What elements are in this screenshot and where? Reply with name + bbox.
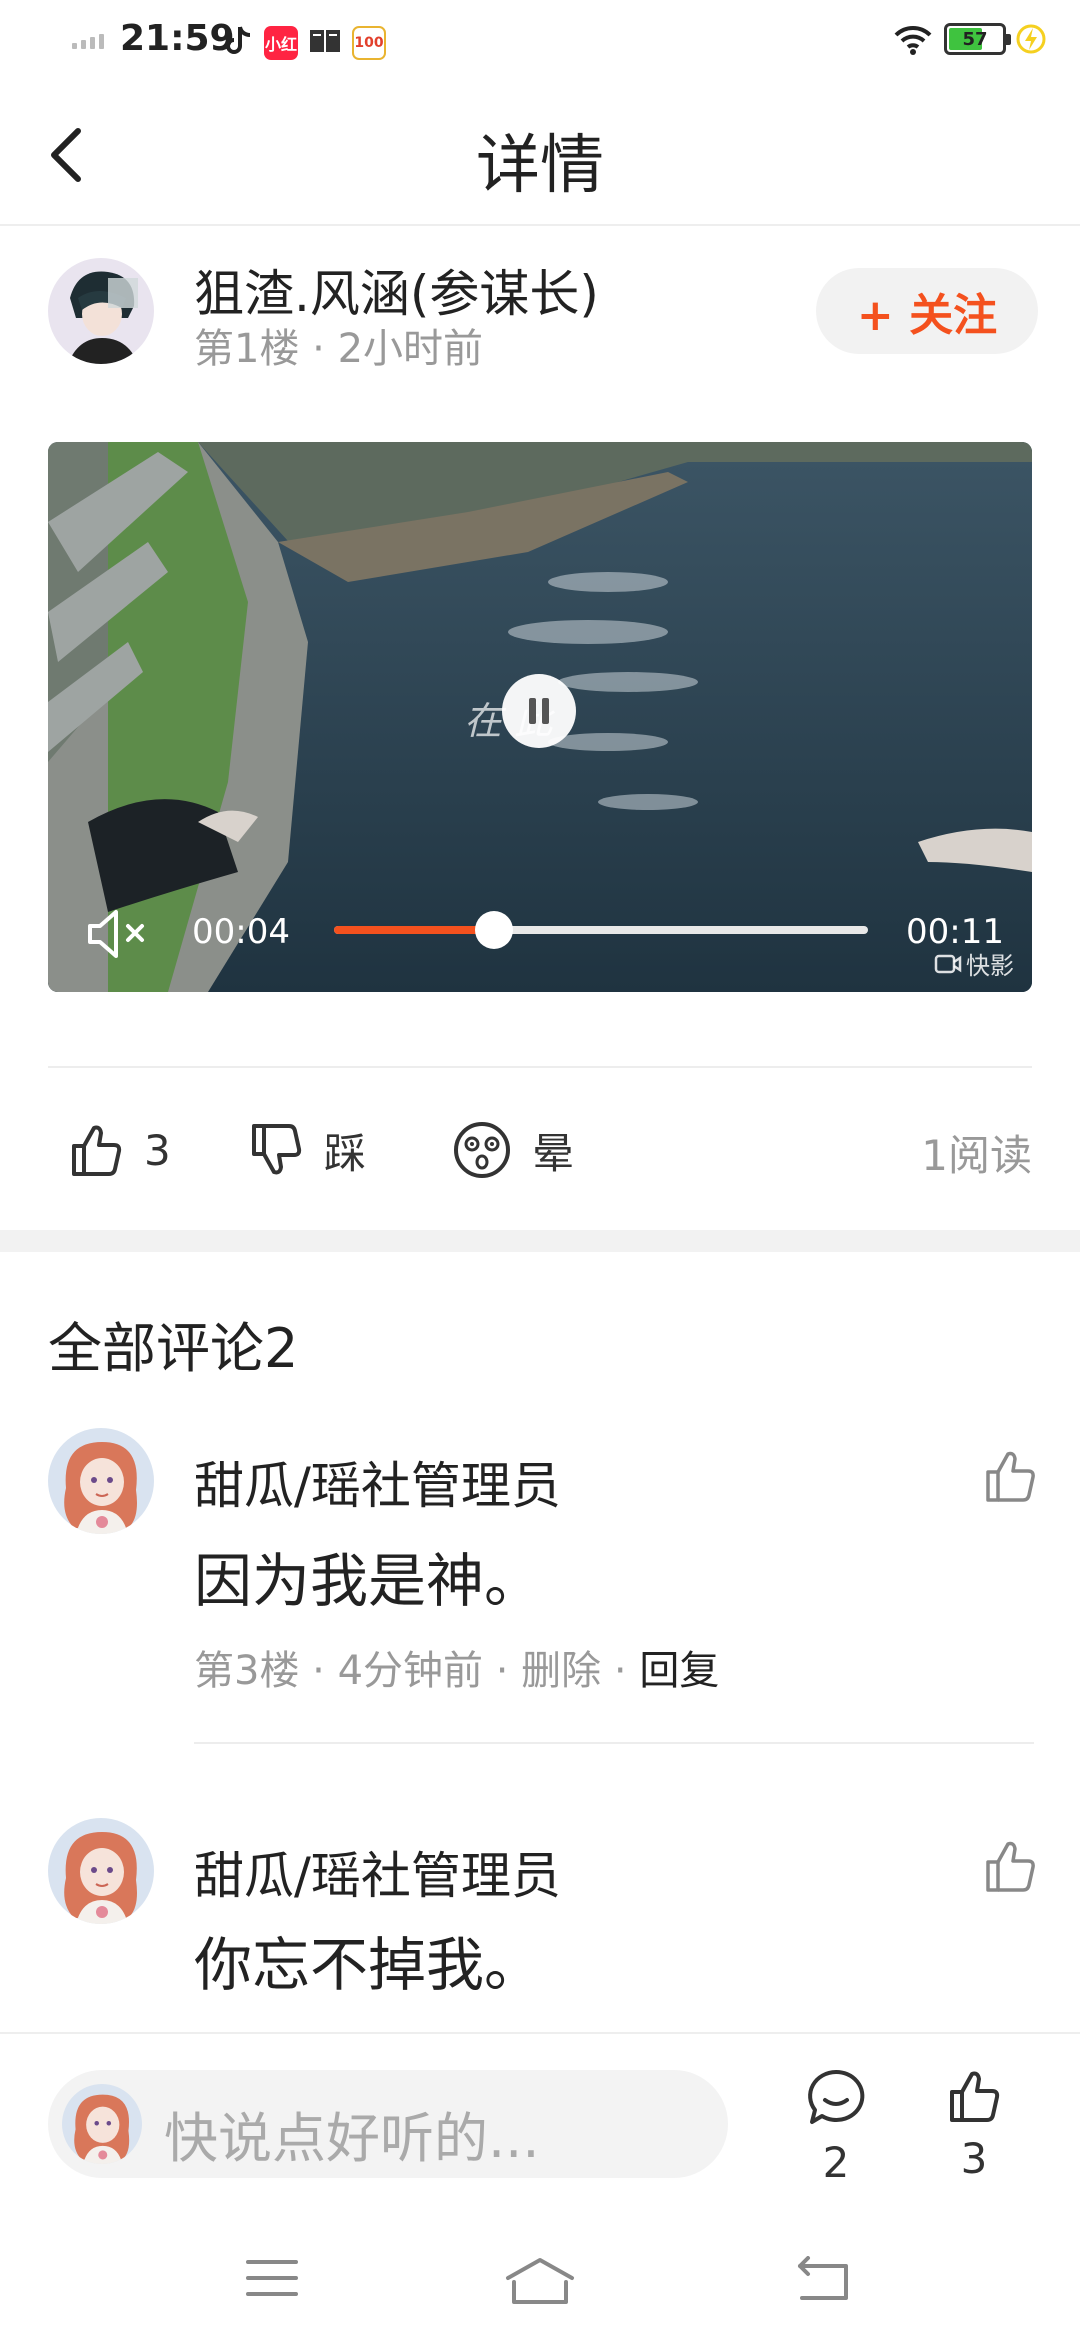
status-right: 57 (892, 22, 1046, 56)
reply-button[interactable]: 回复 (639, 1648, 719, 1694)
thumbs-up-icon (950, 2071, 1000, 2122)
reaction-bar: 3 踩 晕 1阅读 (48, 1110, 1032, 1190)
battery-level: 57 (962, 28, 988, 50)
read-count: 1阅读 (921, 1131, 1032, 1180)
yuanfudao-icon: 100 (352, 26, 386, 60)
like-count: 3 (144, 1125, 171, 1175)
home-icon (506, 2258, 574, 2304)
home-nav-button[interactable] (504, 2256, 576, 2310)
dislike-button[interactable]: 踩 (248, 1110, 366, 1190)
wifi-icon (894, 25, 932, 55)
video-player[interactable]: 在 此 00:04 00:11 快影 (48, 442, 1032, 992)
comment-meta: 第3楼 · 4分钟前 · 删除 · 回复 (194, 1638, 719, 1696)
thumbs-up-icon (986, 1841, 1035, 1892)
dislike-label: 踩 (324, 1128, 367, 1178)
tiktok-icon (224, 24, 254, 62)
xiaohongshu-icon: 小红 (264, 26, 298, 60)
kuaiying-icon (934, 954, 962, 973)
my-avatar (62, 2084, 142, 2164)
comment-item: 甜瓜/瑶社管理员 因为我是神。 第3楼 · 4分钟前 · 删除 · 回复 (48, 1428, 1038, 1748)
mute-button[interactable] (86, 906, 150, 966)
video-progress-thumb[interactable] (475, 911, 514, 949)
thumbs-up-icon (986, 1451, 1035, 1502)
thumbs-down-icon (252, 1124, 302, 1175)
status-bar: 21:59 小红 100 57 (0, 0, 1080, 84)
dizzy-label: 晕 (532, 1128, 575, 1178)
page-title: 详情 (476, 129, 604, 203)
system-nav-bar (0, 2200, 1080, 2340)
menu-nav-button[interactable] (244, 2256, 300, 2304)
post-meta: 第1楼 · 2小时前 (194, 326, 484, 372)
video-progress-fill (334, 926, 495, 934)
commenter-avatar[interactable] (48, 1818, 154, 1924)
comment-like-button[interactable] (982, 1448, 1038, 1504)
comments-button[interactable]: 2 (796, 2068, 876, 2187)
like-button[interactable]: 3 (68, 1110, 171, 1190)
dizzy-face-icon (454, 1122, 510, 1178)
comment-text: 因为我是神。 (194, 1547, 543, 1615)
section-separator (0, 1230, 1080, 1252)
author-avatar[interactable] (48, 258, 154, 364)
comment-like-button[interactable] (982, 1838, 1038, 1894)
comment-input-placeholder: 快说点好听的... (164, 2107, 540, 2170)
dizzy-button[interactable]: 晕 (452, 1110, 574, 1190)
divider (48, 1066, 1032, 1068)
signal-icon (72, 34, 104, 49)
comment-text: 你忘不掉我。 (194, 1931, 543, 1999)
menu-icon (246, 2260, 298, 2296)
thumbs-up-icon (72, 1125, 122, 1176)
commenter-name[interactable]: 甜瓜/瑶社管理员 (194, 1446, 561, 1518)
video-watermark: 快影 (934, 946, 1014, 981)
video-progress-bar[interactable] (334, 911, 868, 949)
charging-icon (1016, 24, 1046, 54)
comment-count: 2 (822, 2138, 850, 2187)
page-header: 详情 (0, 84, 1080, 226)
battery-icon: 57 (944, 23, 1011, 55)
return-icon (798, 2256, 848, 2300)
comment-divider (194, 1742, 1034, 1744)
bottom-like-count: 3 (960, 2134, 988, 2183)
watermark-label: 快影 (966, 952, 1014, 980)
book-icon (308, 26, 342, 60)
comment-bubble-icon (808, 2069, 865, 2124)
comments-title: 全部评论2 (48, 1317, 299, 1380)
bottom-like-button[interactable]: 3 (934, 2068, 1014, 2183)
volume-muted-icon (88, 910, 144, 958)
comment-bar: 快说点好听的... 2 3 (0, 2032, 1080, 2187)
pause-button[interactable] (502, 674, 576, 748)
status-app-icons: 小红 100 (224, 24, 386, 62)
comment-item: 甜瓜/瑶社管理员 你忘不掉我。 (48, 1818, 1038, 2018)
video-current-time: 00:04 (192, 912, 290, 952)
comment-input[interactable]: 快说点好听的... (48, 2070, 728, 2178)
status-time: 21:59 (120, 18, 235, 59)
post-author: 狙渣.风涵(参谋长) 第1楼 · 2小时前 + 关注 (48, 254, 1038, 372)
follow-button[interactable]: + 关注 (816, 268, 1038, 354)
back-nav-button[interactable] (796, 2256, 852, 2306)
pause-icon (529, 698, 536, 724)
comment-meta-text: 第3楼 · 4分钟前 · 删除 · (194, 1648, 640, 1694)
commenter-avatar[interactable] (48, 1428, 154, 1534)
commenter-name[interactable]: 甜瓜/瑶社管理员 (194, 1836, 561, 1908)
